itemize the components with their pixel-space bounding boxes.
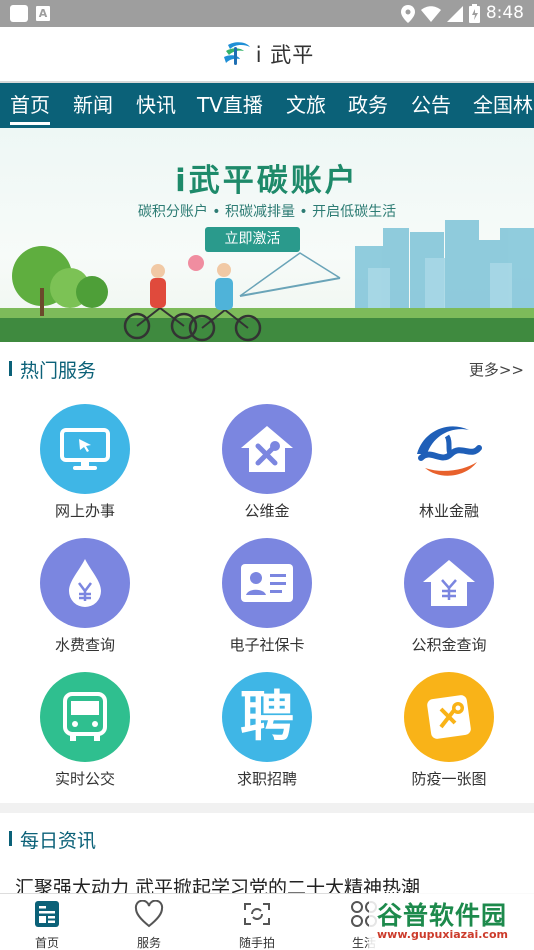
nav-label: 服务 <box>136 936 161 950</box>
battery-icon <box>468 4 480 23</box>
tab-government[interactable]: 政务 <box>348 83 388 128</box>
service-label: 网上办事 <box>54 502 115 520</box>
status-bar: A 8:48 <box>0 0 534 27</box>
service-label: 求职招聘 <box>236 770 297 788</box>
map-pin-icon <box>404 672 494 762</box>
forestry-finance-logo-icon <box>404 404 494 494</box>
service-label: 公积金查询 <box>411 636 487 654</box>
app-header: i 武平 <box>0 27 534 83</box>
house-yuan-icon <box>404 538 494 628</box>
section-marker <box>9 831 12 846</box>
section-marker <box>9 361 12 376</box>
tab-tv-live[interactable]: TV直播 <box>197 83 263 128</box>
water-drop-yuan-icon <box>40 538 130 628</box>
service-epidemic-map[interactable]: 防疫一张图 <box>374 672 524 789</box>
service-label: 电子社保卡 <box>229 636 305 654</box>
service-water-bill[interactable]: 水费查询 <box>10 538 160 655</box>
service-label: 防疫一张图 <box>411 770 487 788</box>
service-housing-fund-query[interactable]: 公积金查询 <box>374 538 524 655</box>
more-services-link[interactable]: 更多>> <box>469 359 524 380</box>
notification-icon <box>10 5 28 22</box>
wifi-icon <box>420 5 441 22</box>
id-card-icon <box>222 538 312 628</box>
signal-icon <box>446 5 463 22</box>
nav-label: 随手拍 <box>238 936 275 950</box>
nav-home[interactable]: 首页 <box>17 900 77 950</box>
carbon-account-banner[interactable]: i武平碳账户 碳积分账户 • 积碳减排量 • 开启低碳生活 立即激活 <box>0 128 534 342</box>
service-job-recruitment[interactable]: 聘 求职招聘 <box>192 672 342 789</box>
section-divider <box>0 803 534 813</box>
daily-news-header: 每日资讯 <box>0 818 534 858</box>
status-time: 8:48 <box>485 3 524 23</box>
status-indicators: 8:48 <box>400 3 524 24</box>
tab-national-forestry[interactable]: 全国林 <box>473 83 533 128</box>
watermark-url: www.gupuxiazai.com <box>377 928 508 941</box>
snapshot-icon <box>244 903 270 925</box>
monitor-icon <box>40 404 130 494</box>
hot-services-title: 热门服务 <box>20 360 97 382</box>
notification-a-icon: A <box>36 6 50 21</box>
bus-icon <box>40 672 130 762</box>
banner-title: i武平碳账户 <box>175 163 359 199</box>
service-realtime-bus[interactable]: 实时公交 <box>10 672 160 789</box>
service-label: 水费查询 <box>54 636 115 654</box>
service-social-security-card[interactable]: 电子社保卡 <box>192 538 342 655</box>
house-tools-icon <box>222 404 312 494</box>
service-label: 公维金 <box>244 502 290 520</box>
app-title: i 武平 <box>255 43 315 67</box>
heart-icon <box>134 899 164 928</box>
nav-label: 首页 <box>34 936 59 950</box>
recruit-character-icon: 聘 <box>222 672 312 762</box>
service-online-affairs[interactable]: 网上办事 <box>10 404 160 521</box>
status-notifications: A <box>10 5 50 22</box>
service-maintenance-fund[interactable]: 公维金 <box>192 404 342 521</box>
service-label: 林业金融 <box>418 502 479 520</box>
tab-news[interactable]: 新闻 <box>73 83 113 128</box>
home-news-icon <box>35 901 59 927</box>
tab-culture-tourism[interactable]: 文旅 <box>286 83 326 128</box>
site-watermark: 谷普软件园 www.gupuxiazai.com <box>369 893 534 950</box>
hot-services-header: 热门服务 更多>> <box>0 348 534 388</box>
daily-news-title: 每日资讯 <box>20 830 97 852</box>
tab-home[interactable]: 首页 <box>10 83 50 128</box>
channel-tab-bar[interactable]: 首页 新闻 快讯 TV直播 文旅 政务 公告 全国林 <box>0 83 534 128</box>
watermark-text: 谷普软件园 <box>377 901 508 930</box>
news-headline[interactable]: 汇聚强大动力 武平掀起学习党的二十大精神热潮 <box>15 873 525 893</box>
nav-snapshot[interactable]: 随手拍 <box>227 900 287 950</box>
location-icon <box>400 4 415 23</box>
service-label: 实时公交 <box>54 770 115 788</box>
tab-flash[interactable]: 快讯 <box>136 83 176 128</box>
banner-subtitle: 碳积分账户 • 积碳减排量 • 开启低碳生活 <box>137 204 397 220</box>
service-forestry-finance[interactable]: 林业金融 <box>374 404 524 521</box>
tab-notices[interactable]: 公告 <box>411 83 451 128</box>
activate-now-button[interactable]: 立即激活 <box>205 227 300 252</box>
app-logo-icon <box>223 42 250 65</box>
nav-services[interactable]: 服务 <box>119 899 179 950</box>
